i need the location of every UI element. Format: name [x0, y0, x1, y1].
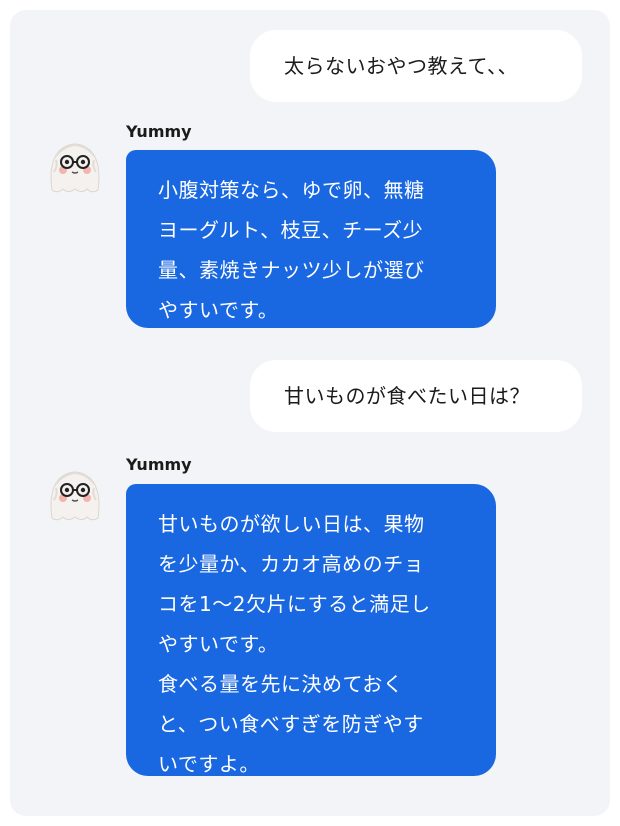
assistant-message-bubble: 小腹対策なら、ゆで卵、無糖 ヨーグルト、枝豆、チーズ少 量、素焼きナッツ少しが選びや…: [126, 150, 496, 328]
user-message-bubble: 甘いものが食べたい日は？: [250, 360, 582, 432]
message-line: を少量か、カカオ高めのチョ: [158, 552, 425, 576]
message-line: 量、素焼きナッツ少しが選び: [158, 258, 425, 282]
avatar-icon: [42, 132, 108, 198]
message-line: 甘いものが欲しい日は、果物: [158, 512, 425, 536]
user-message-text: 甘いものが食べたい日は？: [284, 384, 530, 408]
message-line: 小腹対策なら、ゆで卵、無糖: [158, 178, 425, 202]
message-line: いですよ。: [158, 752, 260, 776]
user-message-text: 太らないおやつ教えて、、: [284, 54, 518, 78]
avatar-icon: [42, 460, 108, 526]
sender-name: Yummy: [126, 455, 192, 474]
message-line: コを1〜2欠片にすると満足し: [158, 592, 431, 616]
user-message-bubble: 太らないおやつ教えて、、: [250, 30, 582, 102]
sender-name: Yummy: [126, 122, 192, 141]
message-line: やすいです。: [158, 632, 279, 656]
message-line: やすいです。: [158, 298, 279, 322]
message-line: 食べる量を先に決めておく: [158, 672, 404, 696]
message-line: ヨーグルト、枝豆、チーズ少: [158, 218, 424, 242]
message-line: と、つい食べすぎを防ぎやす: [158, 712, 424, 736]
assistant-message-bubble: 甘いものが欲しい日は、果物 を少量か、カカオ高めのチョ コを1〜2欠片にすると満足し…: [126, 484, 496, 776]
